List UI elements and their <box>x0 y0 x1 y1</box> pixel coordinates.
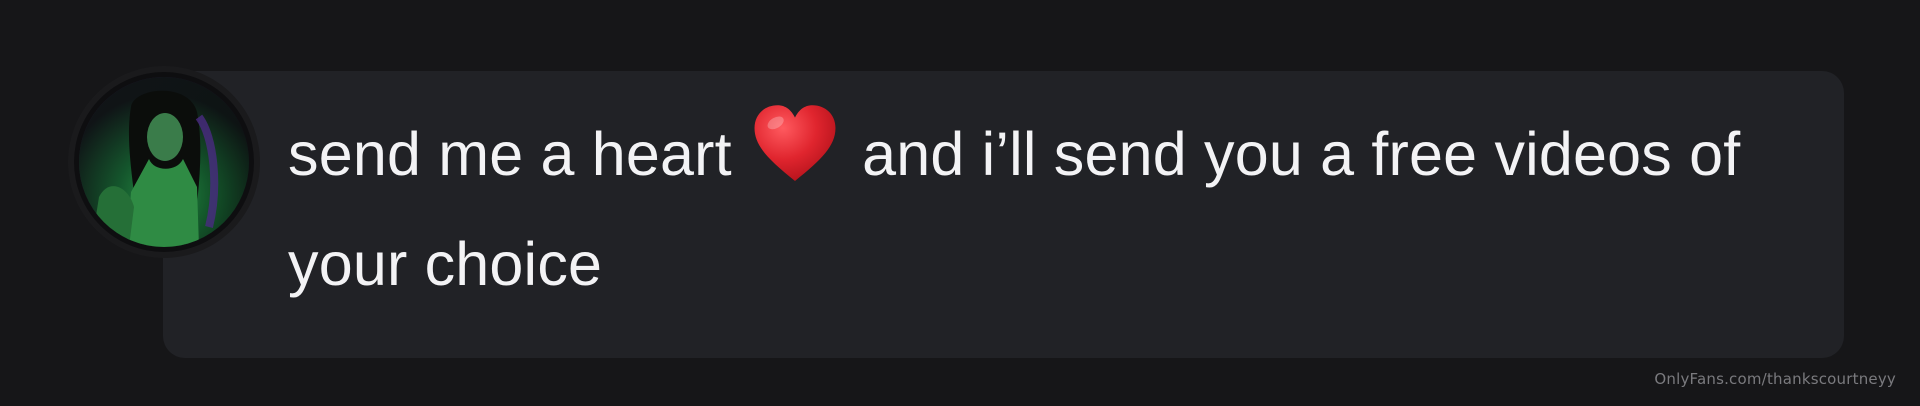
chat-message: send me a heart and i’ll send you a free… <box>0 0 1920 406</box>
screenshot-canvas: send me a heart and i’ll send you a free… <box>0 0 1920 406</box>
red-heart-icon <box>751 103 839 185</box>
avatar-photo <box>79 77 249 247</box>
watermark: OnlyFans.com/thankscourtneyy <box>1654 370 1896 388</box>
message-text: send me a heart and i’ll send you a free… <box>288 99 1788 319</box>
avatar[interactable] <box>79 77 249 247</box>
message-text-before: send me a heart <box>288 120 749 188</box>
